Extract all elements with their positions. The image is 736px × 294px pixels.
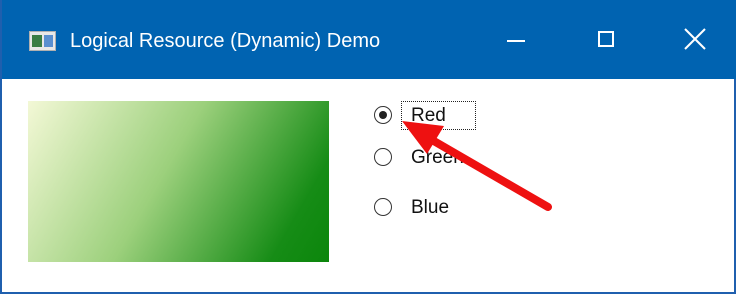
client-area: Red Green Blue (2, 79, 736, 294)
app-window-icon (29, 31, 56, 51)
radio-button-unchecked[interactable] (374, 148, 392, 166)
close-icon (684, 28, 706, 50)
maximize-button[interactable] (565, 0, 657, 79)
radio-label-green[interactable]: Green (411, 145, 464, 171)
app-window: Logical Resource (Dynamic) Demo Red Gree… (0, 0, 736, 294)
minimize-icon (507, 40, 525, 42)
app-icon-pane-right (44, 35, 53, 47)
close-button[interactable] (657, 0, 736, 79)
minimize-button[interactable] (473, 0, 565, 79)
app-icon-pane-left (32, 35, 42, 47)
radio-label-blue[interactable]: Blue (411, 195, 449, 221)
maximize-icon (598, 31, 614, 47)
radio-button-checked[interactable] (374, 106, 392, 124)
gradient-swatch (28, 101, 329, 262)
window-title: Logical Resource (Dynamic) Demo (70, 30, 381, 52)
radio-label-red[interactable]: Red (411, 103, 446, 129)
title-bar[interactable]: Logical Resource (Dynamic) Demo (2, 0, 736, 79)
radio-button-unchecked[interactable] (374, 198, 392, 216)
